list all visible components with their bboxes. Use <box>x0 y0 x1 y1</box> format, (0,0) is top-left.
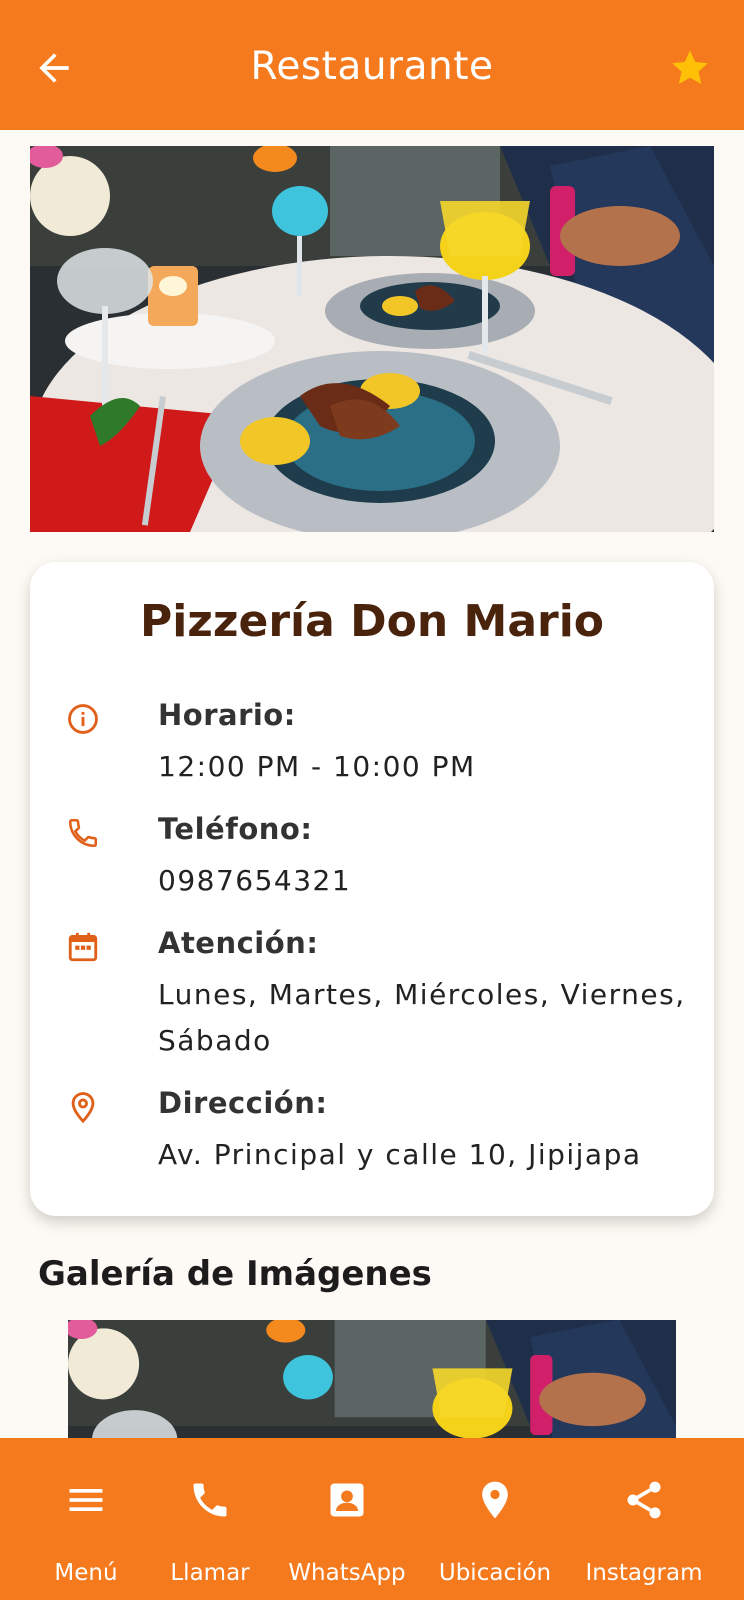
detail-value: 0987654321 <box>158 864 352 897</box>
detail-label: Atención: <box>158 926 319 960</box>
detail-label: Horario: <box>158 698 296 732</box>
nav-label: Menú <box>54 1560 118 1586</box>
detail-value: 12:00 PM - 10:00 PM <box>158 750 476 783</box>
phone-icon <box>68 818 98 848</box>
menu-icon <box>69 1489 103 1511</box>
restaurant-info-card: Pizzería Don Mario Horario: 12:00 PM - 1… <box>30 562 714 1216</box>
info-icon <box>68 704 98 734</box>
bottom-navigation-bar: Menú Llamar WhatsApp Ubicación Instagram <box>0 1438 744 1600</box>
nav-location-button[interactable]: Ubicación <box>428 1438 562 1600</box>
app-bar: Restaurante <box>0 0 744 130</box>
restaurant-hero-image <box>30 146 714 532</box>
share-icon <box>627 1481 661 1519</box>
location-pin-icon <box>482 1481 508 1519</box>
contact-card-icon <box>330 1483 364 1517</box>
restaurant-name: Pizzería Don Mario <box>139 596 605 647</box>
detail-label: Teléfono: <box>158 812 313 846</box>
nav-label: WhatsApp <box>288 1560 406 1586</box>
nav-instagram-button[interactable]: Instagram <box>576 1438 712 1600</box>
phone-icon <box>193 1483 227 1517</box>
nav-menu-button[interactable]: Menú <box>24 1438 148 1600</box>
nav-label: Instagram <box>585 1560 703 1586</box>
calendar-icon <box>68 932 98 962</box>
favorite-star-icon[interactable] <box>668 46 712 90</box>
nav-whatsapp-button[interactable]: WhatsApp <box>280 1438 414 1600</box>
gallery-title: Galería de Imágenes <box>38 1254 432 1294</box>
nav-label: Ubicación <box>438 1560 552 1586</box>
nav-call-button[interactable]: Llamar <box>150 1438 270 1600</box>
location-pin-icon <box>71 1092 95 1124</box>
detail-value: Av. Principal y calle 10, Jipijapa <box>158 1138 642 1171</box>
detail-label: Dirección: <box>158 1086 328 1120</box>
gallery-image[interactable] <box>68 1320 676 1440</box>
page-title: Restaurante <box>250 44 494 89</box>
detail-value: Lunes, Martes, Miércoles, Viernes, Sábad… <box>158 978 686 1057</box>
nav-label: Llamar <box>170 1560 250 1586</box>
